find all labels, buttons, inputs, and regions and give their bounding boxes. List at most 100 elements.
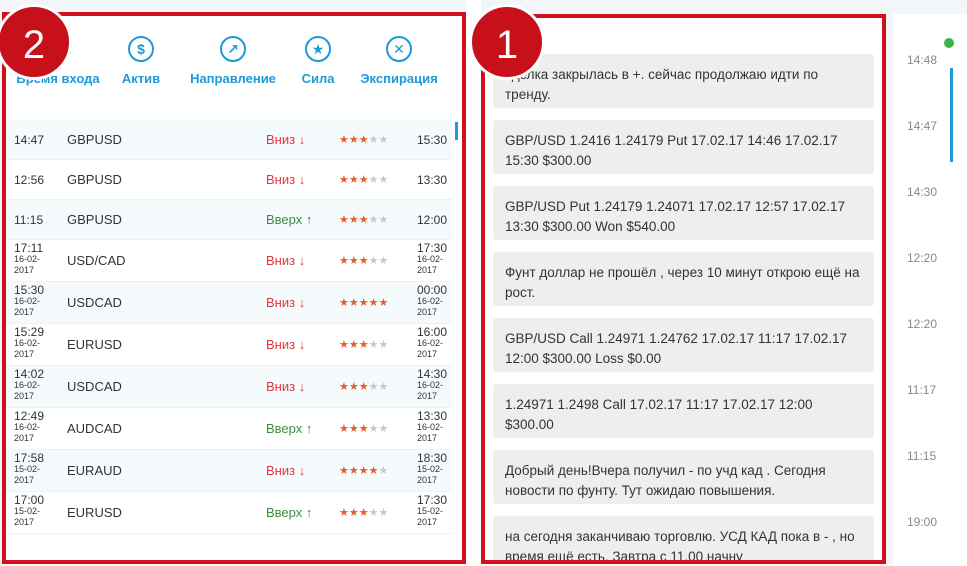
arrow-down-icon: ↓ [298,379,306,394]
star-icon: ★ [305,36,331,62]
star-icon: ★ [368,423,379,435]
direction-label: Вверх [266,421,303,436]
expiration-date: 15-02-2017 [417,464,444,485]
star-icon: ★ [368,214,379,226]
timeline: 14:48 14:47 14:30 12:20 12:20 11:17 11:15 19:00 [893,14,967,566]
star-icon: ★ [358,214,369,226]
entry-time: 17:00 15-02-2017 [14,494,46,528]
star-icon: ★ [358,174,369,186]
arrow-down-icon: ↓ [298,295,306,310]
page: ◷Время входа$Актив↗Направление★Сила✕Эксп… [0,0,967,566]
strength-rating: ★★★★★ [339,213,388,226]
direction: Вверх ↑ [266,421,312,436]
star-icon: ★ [378,381,389,393]
star-icon: ★ [358,465,369,477]
table-row[interactable]: 15:29 16-02-2017 EURUSD Вниз ↓ ★★★★★ 16:00 16-… [6,324,452,366]
star-icon: ★ [378,174,389,186]
header-label: Актив [121,71,161,86]
direction-label: Вниз [266,132,296,147]
star-icon: ★ [358,339,369,351]
badge-1: 1 [469,4,545,80]
entry-time-value: 11:15 [14,213,44,227]
star-icon: ★ [339,507,349,519]
entry-date: 16-02-2017 [14,338,41,359]
table-row[interactable]: 14:47 GBPUSD Вниз ↓ ★★★★★ 15:30 [6,120,452,160]
star-icon: ★ [348,255,359,267]
timeline-time: 14:30 [907,185,938,199]
expiration-time: 13:30 [417,409,448,423]
header-col-close[interactable]: ✕ Экспирация [349,36,449,86]
entry-time-value: 12:56 [14,173,45,187]
expiration: 00:00 16-02-2017 [417,284,449,318]
strength-rating: ★★★★★ [339,133,388,146]
star-icon: ★ [339,465,349,477]
chat-message: GBP/USD 1.2416 1.24179 Put 17.02.17 14:4… [493,120,874,174]
table-row[interactable]: 17:11 16-02-2017 USD/CAD Вниз ↓ ★★★★★ 17:30 16… [6,240,452,282]
star-icon: ★ [368,339,379,351]
close-icon: ✕ [386,36,412,62]
expiration-date: 15-02-2017 [417,506,444,527]
entry-date: 16-02-2017 [14,380,41,401]
entry-time: 14:47 [14,134,44,146]
direction: Вниз ↓ [266,172,305,187]
entry-time-value: 17:58 [14,451,45,465]
asset-name: GBPUSD [67,132,122,147]
star-icon: ★ [368,381,379,393]
chat-panel: сделка закрылась в +. сейчас продолжаю и… [481,14,886,564]
arrow-down-icon: ↓ [298,337,306,352]
entry-time: 17:11 16-02-2017 [14,242,46,276]
star-icon: ★ [348,465,359,477]
direction-label: Вниз [266,337,296,352]
star-icon: ★ [339,381,349,393]
gap-strip [466,0,481,566]
entry-time: 12:49 16-02-2017 [14,410,46,444]
chat-message: Добрый день!Вчера получил - по учд кад .… [493,450,874,504]
expiration-time: 17:30 [417,241,448,255]
chat-message: GBP/USD Call 1.24971 1.24762 17.02.17 11… [493,318,874,372]
timeline-scroll-bar[interactable] [950,68,953,162]
table-row[interactable]: 17:58 15-02-2017 EURAUD Вниз ↓ ★★★★★ 18:30 15-… [6,450,452,492]
table-row[interactable]: 12:49 16-02-2017 AUDCAD Вверх ↑ ★★★★★ 13:30 16… [6,408,452,450]
table-row[interactable]: 11:15 GBPUSD Вверх ↑ ★★★★★ 12:00 [6,200,452,240]
star-icon: ★ [348,339,359,351]
online-dot [944,38,954,48]
expiration-date: 16-02-2017 [417,296,444,317]
strength-rating: ★★★★★ [339,254,388,267]
direction: Вверх ↑ [266,505,312,520]
star-icon: ★ [378,339,389,351]
timeline-time: 11:15 [907,449,937,463]
header-col-dollar[interactable]: $ Актив [91,36,191,86]
star-icon: ★ [378,465,389,477]
arrow-up-icon: ↑ [305,421,313,436]
strength-rating: ★★★★★ [339,506,388,519]
strength-rating: ★★★★★ [339,296,388,309]
table-row[interactable]: 15:30 16-02-2017 USDCAD Вниз ↓ ★★★★★ 00:00 16-… [6,282,452,324]
direction-label: Вниз [266,295,296,310]
expiration-time: 14:30 [417,367,448,381]
star-icon: ★ [339,134,349,146]
entry-date: 15-02-2017 [14,464,41,485]
arrow-down-icon: ↓ [298,463,306,478]
asset-name: GBPUSD [67,212,122,227]
arrow-down-icon: ↓ [298,253,306,268]
expiration-date: 16-02-2017 [417,380,444,401]
chat-message: 1.24971 1.2498 Call 17.02.17 11:17 17.02… [493,384,874,438]
chat-message: сделка закрылась в +. сейчас продолжаю и… [493,54,874,108]
scrollbar[interactable] [455,122,458,140]
entry-time: 15:30 16-02-2017 [14,284,46,318]
star-icon: ★ [339,255,349,267]
asset-name: EURUSD [67,337,122,352]
star-icon: ★ [368,255,379,267]
expiration-time: 00:00 [417,283,448,297]
table-row[interactable]: 12:56 GBPUSD Вниз ↓ ★★★★★ 13:30 [6,160,452,200]
strength-rating: ★★★★★ [339,422,388,435]
arrow-up-icon: ↑ [305,505,313,520]
entry-time-value: 15:30 [14,283,45,297]
dollar-icon: $ [128,36,154,62]
expiration: 16:00 16-02-2017 [417,326,449,360]
direction: Вниз ↓ [266,337,305,352]
table-row[interactable]: 14:02 16-02-2017 USDCAD Вниз ↓ ★★★★★ 14:30 16-… [6,366,452,408]
expiration-time: 13:30 [417,173,448,187]
star-icon: ★ [378,134,389,146]
table-row[interactable]: 17:00 15-02-2017 EURUSD Вверх ↑ ★★★★★ 17:30 15… [6,492,452,534]
